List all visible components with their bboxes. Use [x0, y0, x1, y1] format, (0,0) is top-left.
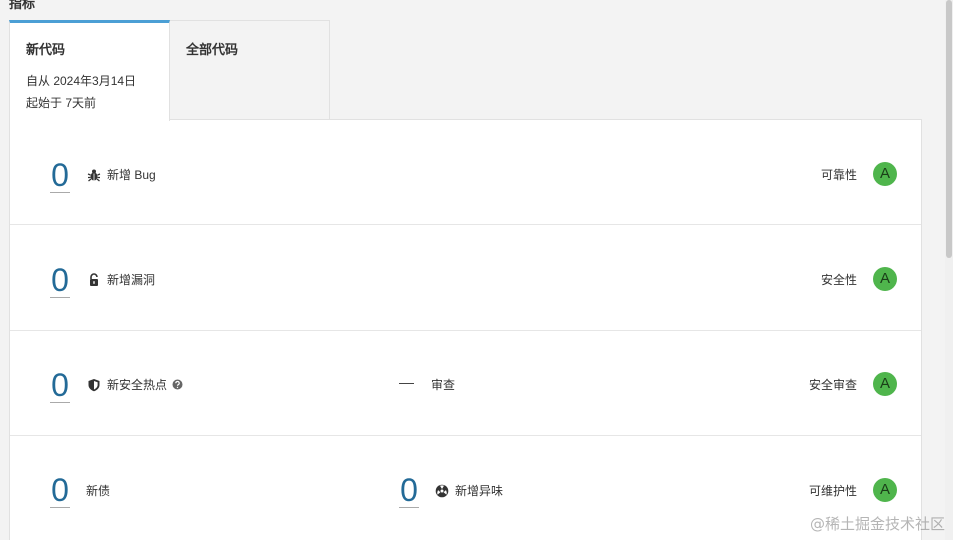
metric-row-reliability: 0 新增 Bug 可靠性 A	[10, 120, 921, 225]
metric-row-security: 0 新增漏洞 安全性 A	[10, 226, 921, 331]
new-hotspots-metric: 新安全热点	[87, 376, 189, 393]
new-vulnerabilities-metric: 新增漏洞	[87, 271, 155, 288]
reliability-label: 可靠性	[820, 168, 857, 182]
review-empty-dash	[399, 383, 414, 384]
tab-new-code[interactable]: 新代码 自从 2024年3月14日 起始于 7天前	[9, 20, 170, 121]
scrollbar-thumb[interactable]	[946, 0, 952, 258]
security-review-label: 安全审查	[808, 378, 857, 392]
maintainability-label: 可维护性	[808, 484, 857, 498]
new-hotspots-label[interactable]: 新安全热点	[107, 376, 167, 393]
metrics-panel: 0 新增 Bug 可靠性 A 0 新增漏洞 安全性 A 0 新安全热点 审查 安…	[9, 119, 922, 540]
new-vulnerabilities-label[interactable]: 新增漏洞	[107, 271, 155, 288]
tab-overall-code[interactable]: 全部代码	[169, 20, 330, 120]
vertical-scrollbar[interactable]	[945, 0, 953, 540]
tab-new-code-started: 起始于 7天前	[26, 96, 97, 110]
new-bugs-metric: 新增 Bug	[87, 166, 156, 183]
reliability-rating-badge[interactable]: A	[873, 162, 897, 186]
bug-icon	[87, 169, 101, 182]
new-debt-metric: 新债	[86, 482, 110, 499]
review-label: 审查	[431, 378, 456, 392]
maintainability-rating-badge[interactable]: A	[873, 478, 897, 502]
review-metric: 审查	[431, 376, 455, 393]
new-vulnerabilities-value[interactable]: 0	[50, 263, 70, 298]
smell-icon	[435, 484, 449, 497]
new-code-smells-metric: 新增异味	[435, 482, 503, 499]
section-title: 指标	[9, 0, 36, 11]
watermark: @稀土掘金技术社区	[809, 515, 945, 533]
security-label: 安全性	[820, 273, 857, 287]
shield-icon	[88, 378, 100, 391]
security-review-rating-badge[interactable]: A	[873, 372, 897, 396]
help-icon[interactable]	[172, 379, 183, 390]
new-bugs-label[interactable]: 新增 Bug	[107, 166, 156, 183]
new-code-smells-value[interactable]: 0	[399, 473, 419, 508]
new-debt-label[interactable]: 新债	[86, 482, 110, 499]
tab-new-code-since: 自从 2024年3月14日	[26, 74, 137, 88]
tab-overall-code-title: 全部代码	[186, 42, 239, 57]
security-rating-badge[interactable]: A	[873, 267, 897, 291]
new-debt-value[interactable]: 0	[50, 473, 70, 508]
new-bugs-value[interactable]: 0	[50, 158, 70, 193]
metric-row-security-review: 0 新安全热点 审查 安全审查 A	[10, 331, 921, 436]
tab-new-code-title: 新代码	[26, 42, 66, 57]
lock-icon	[90, 272, 98, 286]
new-hotspots-value[interactable]: 0	[50, 368, 70, 403]
new-code-smells-label[interactable]: 新增异味	[455, 482, 503, 499]
metric-row-maintainability: 0 新债 0 新增异味 可维护性 A	[10, 436, 921, 540]
